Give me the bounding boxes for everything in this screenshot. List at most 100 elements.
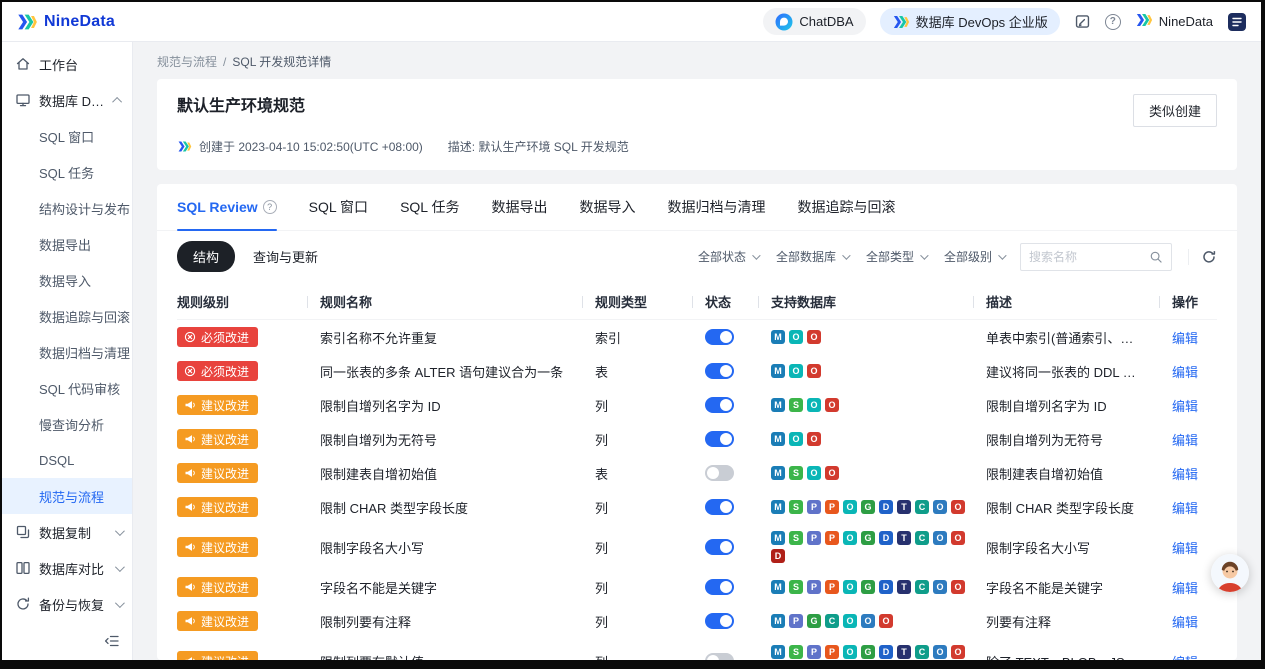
sidebar-item-label: 工作台 (39, 57, 79, 73)
edit-link[interactable]: 编辑 (1172, 467, 1198, 482)
filter-label: 全部状态 (697, 250, 746, 264)
brand[interactable]: NineData (16, 11, 115, 33)
filter-status-select[interactable]: 全部状态 (697, 248, 761, 265)
help-icon[interactable] (1104, 13, 1121, 30)
megaphone-icon (184, 655, 196, 660)
status-toggle[interactable] (705, 329, 734, 345)
sidebar-item-sql-task[interactable]: SQL 任务 (2, 154, 132, 190)
status-toggle[interactable] (705, 465, 734, 481)
edit-link[interactable]: 编辑 (1172, 399, 1198, 414)
help-icon[interactable] (262, 200, 277, 214)
supported-databases: MOO (771, 432, 971, 446)
sidebar-item-dsql[interactable]: DSQL (2, 442, 132, 478)
filter-level-select[interactable]: 全部级别 (944, 248, 1007, 265)
tab-data-import[interactable]: 数据导入 (579, 184, 635, 230)
create-similar-button[interactable]: 类似创建 (1132, 94, 1217, 127)
edit-link[interactable]: 编辑 (1172, 615, 1198, 630)
db-icon-selectdb: S (789, 580, 803, 594)
tab-label: SQL Review (177, 199, 258, 215)
segment-query-update[interactable]: 查询与更新 (253, 247, 318, 266)
search-icon[interactable] (1149, 250, 1163, 264)
chatdba-icon (775, 13, 793, 31)
chatdba-button[interactable]: ChatDBA (763, 8, 866, 35)
sidebar-item-backup-restore[interactable]: 备份与恢复 (2, 586, 132, 622)
status-toggle[interactable] (705, 539, 734, 555)
db-icon-postgresql: P (807, 531, 821, 545)
db-icon-mysql: M (771, 531, 785, 545)
status-toggle[interactable] (705, 653, 734, 660)
toolbar: 结构 查询与更新 全部状态 全部数据库 全部类型 全部级别 (157, 231, 1237, 284)
tab-data-track-rollback[interactable]: 数据追踪与回滚 (797, 184, 895, 230)
tab-data-export[interactable]: 数据导出 (491, 184, 547, 230)
db-icon-oceanbase: O (807, 466, 821, 480)
megaphone-icon (184, 501, 196, 513)
rule-description: 限制自增列名字为 ID (986, 398, 1107, 414)
edition-switcher[interactable]: 数据库 DevOps 企业版 (879, 8, 1060, 35)
sidebar-item-database-devops[interactable]: 数据库 DevOps (2, 82, 132, 118)
rule-type: 索引 (595, 330, 622, 346)
ninedata-logo-icon (1135, 11, 1153, 32)
sidebar-item-database-compare[interactable]: 数据库对比 (2, 550, 132, 586)
account-menu[interactable]: NineData (1135, 11, 1213, 32)
edit-link[interactable]: 编辑 (1172, 501, 1198, 516)
support-avatar[interactable] (1211, 554, 1249, 592)
rule-type: 表 (595, 364, 609, 380)
status-toggle[interactable] (705, 363, 734, 379)
status-toggle[interactable] (705, 499, 734, 515)
sidebar-item-data-replication[interactable]: 数据复制 (2, 514, 132, 550)
rule-level-cell: 建议改进 (177, 651, 307, 660)
status-toggle[interactable] (705, 613, 734, 629)
sidebar-item-slow-query[interactable]: 慢查询分析 (2, 406, 132, 442)
table-row: 建议改进 限制建表自增初始值表 M S O O 限制建表自增初始值 编辑 (177, 456, 1217, 490)
docs-icon[interactable] (1227, 12, 1247, 32)
sidebar-item-data-import[interactable]: 数据导入 (2, 262, 132, 298)
filter-database-select[interactable]: 全部数据库 (776, 248, 851, 265)
sidebar-item-sql-window[interactable]: SQL 窗口 (2, 118, 132, 154)
edit-link[interactable]: 编辑 (1172, 365, 1198, 380)
dbs-cell: MPGCOOO (758, 614, 973, 628)
search-input[interactable] (1029, 249, 1143, 264)
sidebar-item-data-archive-clean[interactable]: 数据归档与清理 (2, 334, 132, 370)
sidebar-item-data-export[interactable]: 数据导出 (2, 226, 132, 262)
refresh-icon[interactable] (1188, 248, 1217, 265)
tab-sql-task[interactable]: SQL 任务 (400, 184, 459, 230)
breadcrumb-separator: / (223, 55, 227, 69)
account-label: NineData (1158, 14, 1213, 29)
suggest-improve-badge: 建议改进 (177, 651, 259, 660)
changelog-icon[interactable] (1074, 13, 1091, 30)
status-cell (692, 397, 758, 413)
sidebar-item-schema-design-publish[interactable]: 结构设计与发布 (2, 190, 132, 226)
db-icon-selectdb: S (789, 466, 803, 480)
rule-description: 除了 TEXT、BLOB、JSON、GEOMETRY ... (973, 652, 1159, 661)
status-cell (692, 465, 758, 481)
status-toggle[interactable] (705, 431, 734, 447)
edit-link[interactable]: 编辑 (1172, 581, 1198, 596)
sidebar-item-data-track-rollback[interactable]: 数据追踪与回滚 (2, 298, 132, 334)
sidebar-item-sql-code-review[interactable]: SQL 代码审核 (2, 370, 132, 406)
rule-name: 索引名称不允许重复 (320, 330, 438, 346)
action-cell: 编辑 (1159, 464, 1217, 483)
tab-label: 数据导入 (579, 199, 636, 215)
edit-link[interactable]: 编辑 (1172, 541, 1198, 556)
edit-link[interactable]: 编辑 (1172, 331, 1198, 346)
edit-link[interactable]: 编辑 (1172, 655, 1198, 661)
segment-structure[interactable]: 结构 (177, 241, 236, 272)
breadcrumb-parent[interactable]: 规范与流程 (157, 55, 217, 69)
collapse-sidebar-icon[interactable] (104, 633, 120, 654)
supported-databases: MOO (771, 330, 971, 344)
tab-data-archive-clean[interactable]: 数据归档与清理 (667, 184, 765, 230)
sidebar-item-spec-process[interactable]: 规范与流程 (2, 478, 132, 514)
sidebar-item-workbench[interactable]: 工作台 (2, 46, 132, 82)
rule-description: 限制 CHAR 类型字段长度 (986, 500, 1135, 516)
db-icon-opengauss: O (933, 500, 947, 514)
ninedata-logo-icon (16, 11, 38, 33)
tab-sql-window[interactable]: SQL 窗口 (309, 184, 368, 230)
db-icon-mysql: M (771, 614, 785, 628)
status-toggle[interactable] (705, 579, 734, 595)
status-toggle[interactable] (705, 397, 734, 413)
tab-sql-review[interactable]: SQL Review (177, 184, 277, 231)
topbar-actions: ChatDBA 数据库 DevOps 企业版 NineData (763, 8, 1247, 35)
db-icon-selectdb: S (789, 500, 803, 514)
edit-link[interactable]: 编辑 (1172, 433, 1198, 448)
filter-type-select[interactable]: 全部类型 (866, 248, 929, 265)
